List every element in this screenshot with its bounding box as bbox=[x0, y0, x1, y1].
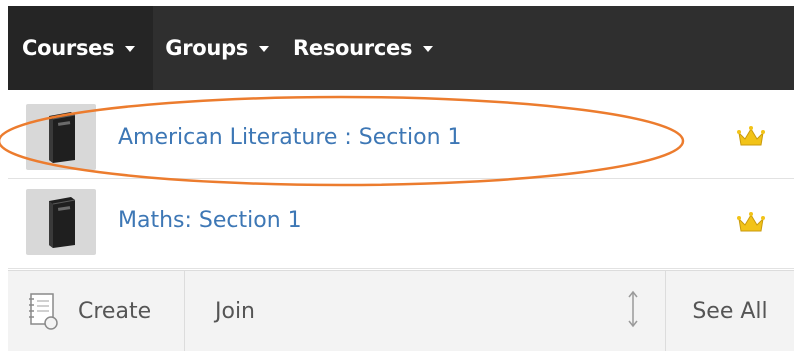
chevron-down-icon bbox=[125, 46, 136, 52]
course-list: American Literature : Section 1 Maths: S… bbox=[0, 95, 794, 269]
course-link[interactable]: American Literature : Section 1 bbox=[118, 125, 462, 150]
see-all-label: See All bbox=[692, 298, 768, 324]
nav-courses[interactable]: Courses bbox=[8, 6, 154, 90]
course-link[interactable]: Maths: Section 1 bbox=[118, 208, 302, 233]
join-button[interactable]: Join bbox=[185, 271, 666, 351]
nav-resources[interactable]: Resources bbox=[281, 6, 445, 90]
course-thumbnail[interactable] bbox=[26, 104, 96, 170]
top-bar: Courses Groups Resources bbox=[0, 0, 794, 96]
main-nav: Courses Groups Resources bbox=[8, 6, 794, 90]
up-down-arrow-icon bbox=[628, 290, 638, 328]
chevron-down-icon bbox=[423, 46, 434, 52]
course-actions-bar: Create Join See All bbox=[8, 270, 794, 351]
crown-icon bbox=[737, 126, 765, 146]
nav-groups-label: Groups bbox=[165, 36, 248, 60]
see-all-button[interactable]: See All bbox=[666, 271, 794, 351]
create-button[interactable]: Create bbox=[8, 271, 185, 351]
create-label: Create bbox=[78, 298, 152, 324]
course-thumbnail[interactable] bbox=[26, 189, 96, 255]
nav-groups[interactable]: Groups bbox=[153, 6, 281, 90]
join-label: Join bbox=[215, 298, 256, 324]
crown-icon bbox=[737, 212, 765, 232]
course-row[interactable]: Maths: Section 1 bbox=[8, 179, 794, 269]
book-icon bbox=[49, 197, 76, 248]
nav-resources-label: Resources bbox=[293, 36, 413, 60]
nav-courses-label: Courses bbox=[22, 36, 115, 60]
book-icon bbox=[49, 112, 76, 163]
create-notebook-icon bbox=[29, 293, 58, 330]
chevron-down-icon bbox=[259, 46, 269, 52]
course-row[interactable]: American Literature : Section 1 bbox=[8, 96, 794, 179]
